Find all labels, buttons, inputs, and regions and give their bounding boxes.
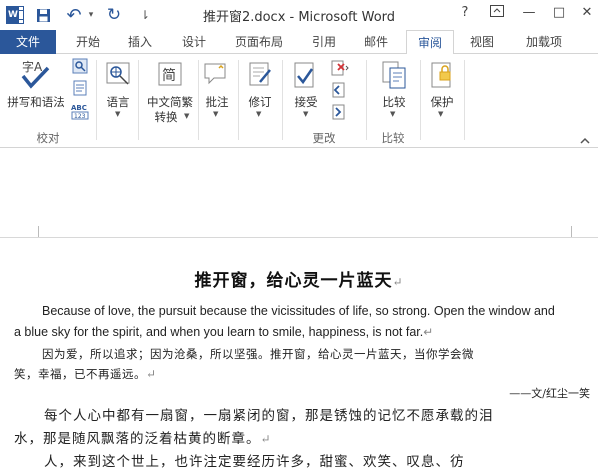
english-line-2[interactable]: a blue sky for the spirit, and when you … bbox=[14, 325, 433, 339]
language-label: 语言 bbox=[106, 95, 130, 109]
ribbon-display-icon bbox=[490, 5, 504, 17]
svg-text:字A: 字A bbox=[22, 59, 43, 74]
chevron-down-icon: ▼ bbox=[256, 110, 262, 118]
tab-review[interactable]: 审阅 bbox=[406, 30, 454, 55]
tab-insert[interactable]: 插入 bbox=[120, 30, 160, 54]
chevron-down-icon: ▼ bbox=[184, 112, 190, 120]
group-divider bbox=[464, 60, 465, 140]
chevron-down-icon: ▼ bbox=[213, 110, 219, 118]
title-bar: W ↶ ▾ ↻ ⇂ 推开窗2.docx - Microsoft Word ? —… bbox=[0, 0, 598, 30]
ribbon-review: 字A 拼写和语法 ABC 123 校对 语言 ▼ 简 中文简繁 转换 ▼ 批注 … bbox=[0, 54, 598, 148]
paragraph-mark: ↵ bbox=[423, 325, 434, 339]
group-divider bbox=[366, 60, 367, 140]
accept-button[interactable] bbox=[290, 60, 318, 94]
body-line-3[interactable]: 人，来到这个世上，也许注定要经历许多，甜蜜、欢笑、叹息、彷 bbox=[44, 450, 465, 470]
chinese-conversion-button[interactable]: 简 bbox=[156, 60, 184, 92]
language-icon bbox=[106, 62, 130, 85]
previous-icon bbox=[332, 82, 345, 98]
help-button[interactable]: ? bbox=[454, 5, 476, 20]
reject-button[interactable] bbox=[330, 60, 350, 80]
protect-label: 保护 bbox=[430, 95, 454, 109]
ribbon-tabs: 文件 开始 插入 设计 页面布局 引用 邮件 审阅 视图 加载项 bbox=[0, 30, 598, 55]
language-button[interactable] bbox=[104, 60, 132, 92]
compare-label: 比较 bbox=[382, 95, 406, 109]
comment-icon bbox=[204, 63, 226, 85]
thesaurus-icon bbox=[73, 80, 87, 96]
changes-group-label: 更改 bbox=[312, 131, 336, 145]
collapse-ribbon-button[interactable] bbox=[580, 130, 590, 149]
ribbon-display-button[interactable] bbox=[486, 5, 508, 21]
group-divider bbox=[238, 60, 239, 140]
svg-text:123: 123 bbox=[74, 113, 86, 120]
chevron-down-icon: ▼ bbox=[390, 110, 396, 118]
proofing-group-label: 校对 bbox=[36, 131, 60, 145]
spell-check-icon: 字A bbox=[21, 59, 50, 89]
minimize-button[interactable]: — bbox=[518, 5, 540, 20]
compare-icon bbox=[382, 61, 406, 89]
comments-button[interactable] bbox=[202, 60, 230, 92]
chevron-down-icon: ▼ bbox=[438, 110, 444, 118]
group-divider bbox=[198, 60, 199, 140]
chinese-line-2-text: 笑，幸福，已不再遥远。 bbox=[14, 367, 146, 381]
english-line-1[interactable]: Because of love, the pursuit because the… bbox=[42, 304, 555, 318]
reject-icon bbox=[331, 60, 349, 76]
body-line-2-text: 水，那是随风飘落的泛着枯黄的断章。 bbox=[14, 431, 261, 447]
tab-mailings[interactable]: 邮件 bbox=[356, 30, 396, 54]
paragraph-mark: ↵ bbox=[392, 275, 404, 289]
tab-references[interactable]: 引用 bbox=[304, 30, 344, 54]
word-count-button[interactable]: ABC 123 bbox=[70, 102, 90, 124]
research-icon bbox=[72, 58, 88, 74]
previous-change-button[interactable] bbox=[330, 82, 346, 102]
track-changes-button[interactable] bbox=[246, 60, 274, 92]
body-line-2[interactable]: 水，那是随风飘落的泛着枯黄的断章。↵ bbox=[14, 427, 272, 447]
group-divider bbox=[420, 60, 421, 140]
track-changes-icon bbox=[249, 62, 271, 86]
chevron-up-icon bbox=[580, 137, 590, 144]
group-divider bbox=[282, 60, 283, 140]
compare-button[interactable] bbox=[380, 60, 408, 94]
tab-view[interactable]: 视图 bbox=[462, 30, 502, 54]
comments-label: 批注 bbox=[205, 95, 229, 109]
accept-label: 接受 bbox=[294, 95, 318, 109]
next-icon bbox=[332, 104, 345, 120]
research-button[interactable] bbox=[72, 58, 88, 78]
english-line-2-text: a blue sky for the spirit, and when you … bbox=[14, 325, 424, 339]
next-change-button[interactable] bbox=[330, 104, 346, 124]
restore-button[interactable]: □ bbox=[548, 5, 570, 20]
thesaurus-button[interactable] bbox=[72, 80, 88, 100]
tab-home[interactable]: 开始 bbox=[68, 30, 108, 54]
svg-text:简: 简 bbox=[162, 67, 176, 84]
tab-addins[interactable]: 加载项 bbox=[516, 30, 572, 54]
chinese-line-2[interactable]: 笑，幸福，已不再遥远。↵ bbox=[14, 366, 157, 382]
document-title-text: 推开窗，给心灵一片蓝天 bbox=[194, 271, 393, 291]
paragraph-mark: ↵ bbox=[146, 367, 157, 381]
chevron-down-icon: ▼ bbox=[115, 110, 121, 118]
close-button[interactable]: ✕ bbox=[576, 5, 598, 20]
chinese-line-1[interactable]: 因为爱，所以追求；因为沧桑，所以坚强。推开窗，给心灵一片蓝天，当你学会微 bbox=[42, 346, 474, 362]
svg-text:ABC: ABC bbox=[71, 104, 87, 112]
tab-file[interactable]: 文件 bbox=[0, 30, 56, 54]
tab-design[interactable]: 设计 bbox=[174, 30, 214, 54]
spell-grammar-label: 拼写和语法 bbox=[7, 95, 65, 109]
signature[interactable]: ——文/红尘一笑 bbox=[509, 385, 590, 401]
word-count-icon: ABC 123 bbox=[71, 104, 89, 120]
chevron-down-icon: ▼ bbox=[303, 110, 309, 118]
chinese-conversion-icon: 简 bbox=[158, 62, 182, 86]
protect-button[interactable] bbox=[428, 60, 456, 94]
compare-group-label: 比较 bbox=[381, 131, 405, 145]
chinese-convert-label-1: 中文简繁 bbox=[147, 95, 193, 109]
document-gap bbox=[0, 148, 598, 238]
window-title: 推开窗2.docx - Microsoft Word bbox=[202, 10, 396, 25]
paragraph-mark: ↵ bbox=[260, 432, 272, 446]
tracking-label: 修订 bbox=[248, 95, 272, 109]
lock-icon bbox=[431, 62, 451, 88]
document-title[interactable]: 推开窗，给心灵一片蓝天↵ bbox=[0, 266, 598, 291]
spelling-grammar-button[interactable]: 字A bbox=[18, 58, 52, 94]
group-divider bbox=[138, 60, 139, 140]
tab-page-layout[interactable]: 页面布局 bbox=[226, 30, 292, 54]
accept-icon bbox=[294, 62, 314, 88]
body-line-1[interactable]: 每个人心中都有一扇窗，一扇紧闭的窗，那是锈蚀的记忆不愿承载的泪 bbox=[44, 404, 494, 424]
group-divider bbox=[96, 60, 97, 140]
